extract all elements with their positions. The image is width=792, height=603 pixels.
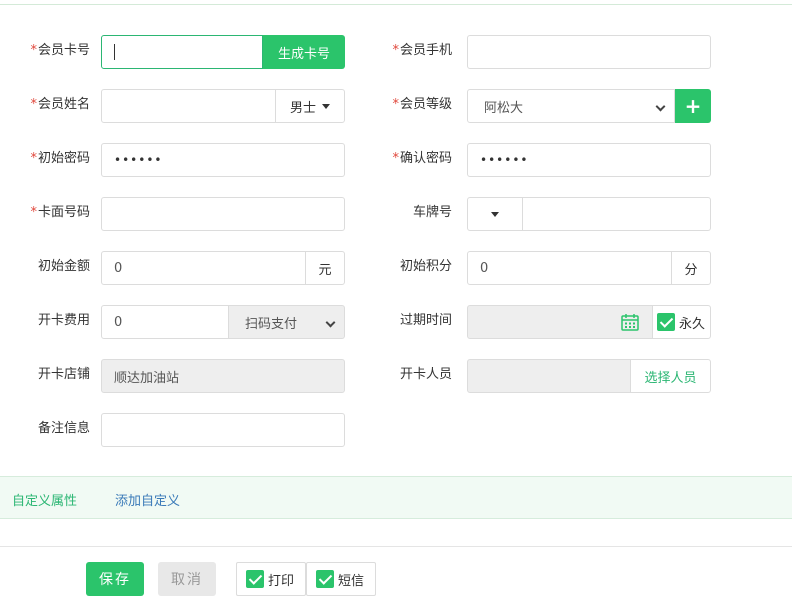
level-select[interactable]: 阿松大: [467, 89, 675, 123]
add-level-button[interactable]: +: [675, 89, 711, 123]
chevron-down-icon: [655, 101, 666, 112]
custom-attributes-bar: 自定义属性 添加自定义: [0, 476, 792, 519]
cancel-button[interactable]: 取消: [158, 562, 216, 596]
staff-input: [467, 359, 631, 393]
plus-icon: +: [684, 94, 702, 118]
plate-prefix-dropdown[interactable]: [467, 197, 523, 231]
plate-label: 车牌号: [412, 205, 452, 220]
store-value: 顺达加油站: [114, 370, 180, 386]
card-no-input[interactable]: [101, 35, 263, 69]
level-value: 阿松大: [484, 100, 524, 116]
face-no-label-text: 卡面号码: [37, 205, 90, 220]
init-amount-value: 0: [114, 260, 123, 276]
phone-label: *会员手机: [362, 43, 452, 59]
init-points-label: 初始积分: [399, 259, 452, 274]
phone-input[interactable]: [467, 35, 711, 69]
expire-label: 过期时间: [399, 313, 452, 328]
text-cursor: [114, 44, 115, 60]
yuan-unit: 元: [305, 251, 345, 285]
checkbox-checked-icon: [316, 570, 334, 588]
fee-value: 0: [114, 314, 123, 330]
confirm-pwd-label-text: 确认密码: [399, 151, 452, 166]
staff-label: 开卡人员: [399, 367, 452, 382]
fee-label: 开卡费用: [37, 313, 90, 328]
init-amount-input[interactable]: 0: [101, 251, 307, 285]
footer-divider: [0, 546, 792, 547]
print-label: 打印: [268, 573, 295, 589]
caret-down-icon: [322, 103, 330, 109]
required-mark: *: [392, 151, 399, 166]
gender-dropdown[interactable]: 男士: [275, 89, 345, 123]
init-pwd-label-text: 初始密码: [37, 151, 90, 166]
card-no-label-text: 会员卡号: [37, 43, 90, 58]
caret-down-icon: [491, 211, 499, 217]
init-pwd-value: ••••••: [114, 153, 163, 167]
gender-value: 男士: [289, 100, 316, 116]
confirm-pwd-value: ••••••: [480, 153, 529, 167]
checkbox-checked-icon: [246, 570, 264, 588]
fee-input[interactable]: 0: [101, 305, 229, 339]
confirm-pwd-label: *确认密码: [362, 151, 452, 167]
save-button[interactable]: 保存: [86, 562, 144, 596]
chevron-down-icon: [325, 317, 336, 328]
init-amount-label: 初始金额: [37, 259, 90, 274]
pay-method-select[interactable]: 扫码支付: [228, 305, 345, 339]
required-mark: *: [30, 97, 37, 112]
forever-label: 永久: [679, 316, 706, 332]
init-points-input[interactable]: 0: [467, 251, 673, 285]
init-password-input[interactable]: ••••••: [101, 143, 345, 177]
generate-card-no-button[interactable]: 生成卡号: [263, 35, 345, 69]
add-custom-link[interactable]: 添加自定义: [115, 490, 180, 509]
checkbox-checked-icon: [657, 313, 675, 331]
sms-checkbox[interactable]: 短信: [306, 562, 376, 596]
pay-method-value: 扫码支付: [245, 316, 298, 332]
confirm-password-input[interactable]: ••••••: [467, 143, 711, 177]
level-label: *会员等级: [362, 97, 452, 113]
card-no-label: *会员卡号: [0, 43, 90, 59]
custom-attributes-tab[interactable]: 自定义属性: [12, 490, 77, 509]
level-label-text: 会员等级: [399, 97, 452, 112]
init-pwd-label: *初始密码: [0, 151, 90, 167]
top-divider: [0, 0, 792, 5]
sms-label: 短信: [338, 573, 365, 589]
forever-checkbox[interactable]: 永久: [652, 305, 711, 339]
plate-input[interactable]: [522, 197, 711, 231]
face-no-input[interactable]: [101, 197, 345, 231]
print-checkbox[interactable]: 打印: [236, 562, 306, 596]
store-input: 顺达加油站: [101, 359, 345, 393]
points-unit: 分: [671, 251, 711, 285]
required-mark: *: [392, 43, 399, 58]
store-label: 开卡店铺: [37, 367, 90, 382]
name-input[interactable]: [101, 89, 276, 123]
phone-label-text: 会员手机: [399, 43, 452, 58]
name-label-text: 会员姓名: [37, 97, 90, 112]
required-mark: *: [30, 43, 37, 58]
select-staff-button[interactable]: 选择人员: [630, 359, 711, 393]
remark-input[interactable]: [101, 413, 345, 447]
remark-label: 备注信息: [37, 421, 90, 436]
required-mark: *: [30, 151, 37, 166]
required-mark: *: [30, 205, 37, 220]
required-mark: *: [392, 97, 399, 112]
name-label: *会员姓名: [0, 97, 90, 113]
face-no-label: *卡面号码: [0, 205, 90, 221]
calendar-icon[interactable]: [620, 312, 640, 332]
init-points-value: 0: [480, 260, 489, 276]
